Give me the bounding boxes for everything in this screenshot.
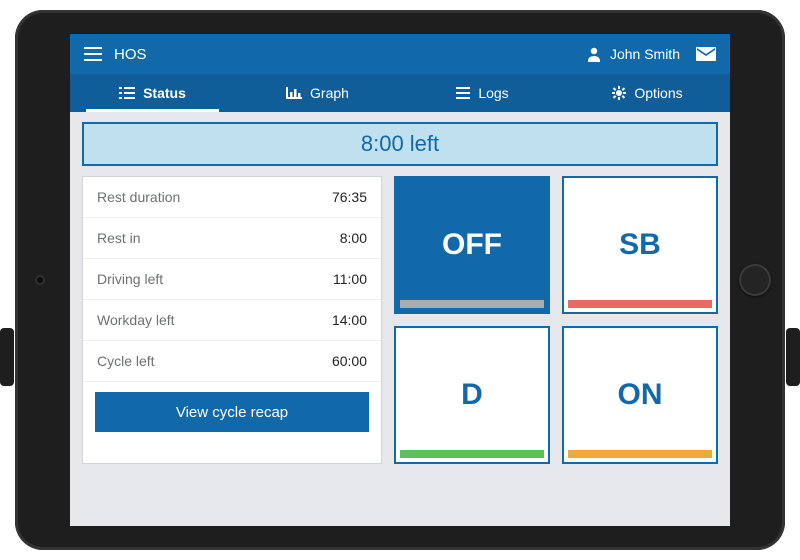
user-block[interactable]: John Smith (586, 46, 680, 62)
tab-graph[interactable]: Graph (235, 74, 400, 112)
user-icon (586, 46, 602, 62)
stat-label: Rest in (97, 230, 141, 246)
gear-icon (612, 86, 626, 100)
app-title: HOS (114, 46, 147, 63)
stat-value: 60:00 (332, 353, 367, 369)
stat-row: Workday left 14:00 (83, 300, 381, 341)
list-icon (119, 87, 135, 99)
graph-icon (286, 87, 302, 99)
content-area: 8:00 left Rest duration 76:35 Rest in 8:… (70, 112, 730, 474)
stat-value: 11:00 (333, 271, 367, 287)
time-left-banner: 8:00 left (82, 122, 718, 166)
tab-label: Logs (478, 85, 508, 101)
user-name: John Smith (610, 46, 680, 62)
stat-label: Cycle left (97, 353, 155, 369)
duty-code: SB (619, 228, 661, 262)
tablet-camera (37, 277, 43, 283)
duty-tile-d[interactable]: D (394, 326, 550, 464)
duty-stripe (568, 450, 712, 458)
time-left-text: 8:00 left (361, 131, 439, 157)
duty-stripe (400, 300, 544, 308)
stat-value: 76:35 (332, 189, 367, 205)
app-bar: HOS John Smith (70, 34, 730, 74)
stat-row: Cycle left 60:00 (83, 341, 381, 382)
stat-label: Driving left (97, 271, 163, 287)
tablet-home-button[interactable] (739, 264, 771, 296)
duty-tile-on[interactable]: ON (562, 326, 718, 464)
mail-icon[interactable] (696, 47, 716, 61)
stat-value: 14:00 (332, 312, 367, 328)
stat-row: Driving left 11:00 (83, 259, 381, 300)
stats-panel: Rest duration 76:35 Rest in 8:00 Driving… (82, 176, 382, 464)
duty-code: ON (618, 378, 663, 412)
duty-stripe (400, 450, 544, 458)
menu-icon[interactable] (84, 47, 102, 61)
duty-code: OFF (442, 228, 502, 262)
duty-status-grid: OFF SB D ON (394, 176, 718, 464)
duty-tile-sb[interactable]: SB (562, 176, 718, 314)
dock-connector-right (786, 328, 800, 386)
tab-status[interactable]: Status (70, 74, 235, 112)
tab-label: Graph (310, 85, 349, 101)
dock-connector-left (0, 328, 14, 386)
stat-row: Rest duration 76:35 (83, 177, 381, 218)
stat-label: Rest duration (97, 189, 180, 205)
tab-label: Status (143, 85, 186, 101)
tab-options[interactable]: Options (565, 74, 730, 112)
view-cycle-recap-button[interactable]: View cycle recap (95, 392, 369, 432)
stat-value: 8:00 (340, 230, 367, 246)
duty-stripe (568, 300, 712, 308)
stat-label: Workday left (97, 312, 175, 328)
duty-tile-off[interactable]: OFF (394, 176, 550, 314)
tablet-frame: HOS John Smith Status (15, 10, 785, 550)
logs-icon (456, 87, 470, 99)
duty-code: D (461, 378, 483, 412)
app-screen: HOS John Smith Status (70, 34, 730, 526)
tab-label: Options (634, 85, 682, 101)
stat-row: Rest in 8:00 (83, 218, 381, 259)
tab-logs[interactable]: Logs (400, 74, 565, 112)
tab-bar: Status Graph Logs (70, 74, 730, 112)
